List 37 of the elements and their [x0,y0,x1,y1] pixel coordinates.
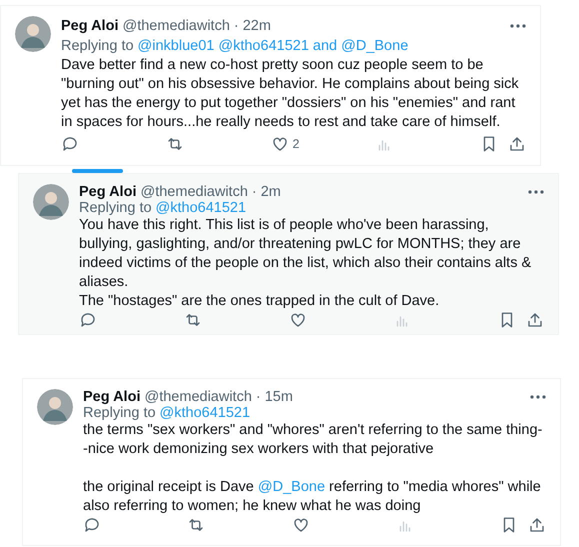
handle[interactable]: @themediawitch [140,184,248,200]
timestamp[interactable]: · 15m [256,389,293,405]
tweet-text: You have this right. This list is of people who've been harassing, bullying, gaslighting, and/or threatening pwLC for MONTHS; they are indeed victims of the people on the list, which also their contains alts & aliases. [79,216,532,292]
display-name[interactable]: Peg Aloi [61,18,118,34]
handle[interactable]: @themediawitch [144,389,252,405]
highlight-bar [72,169,123,173]
replying-label: Replying to [83,405,156,421]
tweet-text: the original receipt is Dave @D_Bone referring to "media whores" while also referring to women; he knew what he was doing [83,478,542,516]
repost-icon[interactable] [166,135,184,153]
avatar[interactable] [33,184,69,220]
display-name[interactable]: Peg Aloi [79,184,136,200]
timestamp[interactable]: · 22m [234,18,271,34]
more-icon[interactable] [510,24,526,28]
share-icon[interactable] [526,311,544,329]
reply-icon[interactable] [61,135,79,153]
share-icon[interactable] [508,135,526,153]
repost-icon[interactable] [184,311,202,329]
avatar[interactable] [37,389,73,425]
more-icon[interactable] [530,395,546,399]
display-name[interactable]: Peg Aloi [83,389,140,405]
replying-label: Replying to [79,200,152,216]
like-icon[interactable] [292,516,310,534]
tweet-text: Dave better find a new co-host pretty soon cuz people seem to be "burning out" on his obsessive behavior. He complains about being sick yet has the energy to put together "dossiers" on his "enemies" and rant in spaces for hours...he really needs to rest and take care of himself. [61,56,520,132]
like-icon[interactable] [288,311,306,329]
tweet-text: the terms "sex workers" and "whores" aren't referring to the same thing--nice work demonizing sex workers with that pejorative [83,421,544,459]
like-icon[interactable] [270,135,288,153]
avatar[interactable] [15,16,51,52]
timestamp[interactable]: · 2m [252,184,281,200]
like-count: 2 [292,137,300,151]
tweet-text: The "hostages" are the ones trapped in the cult of Dave. [79,292,440,311]
reply-icon[interactable] [79,311,97,329]
share-icon[interactable] [528,516,546,534]
more-icon[interactable] [528,190,544,194]
replying-label: Replying to [61,38,134,54]
handle[interactable]: @themediawitch [122,18,230,34]
reply-icon[interactable] [83,516,101,534]
repost-icon[interactable] [187,516,206,534]
